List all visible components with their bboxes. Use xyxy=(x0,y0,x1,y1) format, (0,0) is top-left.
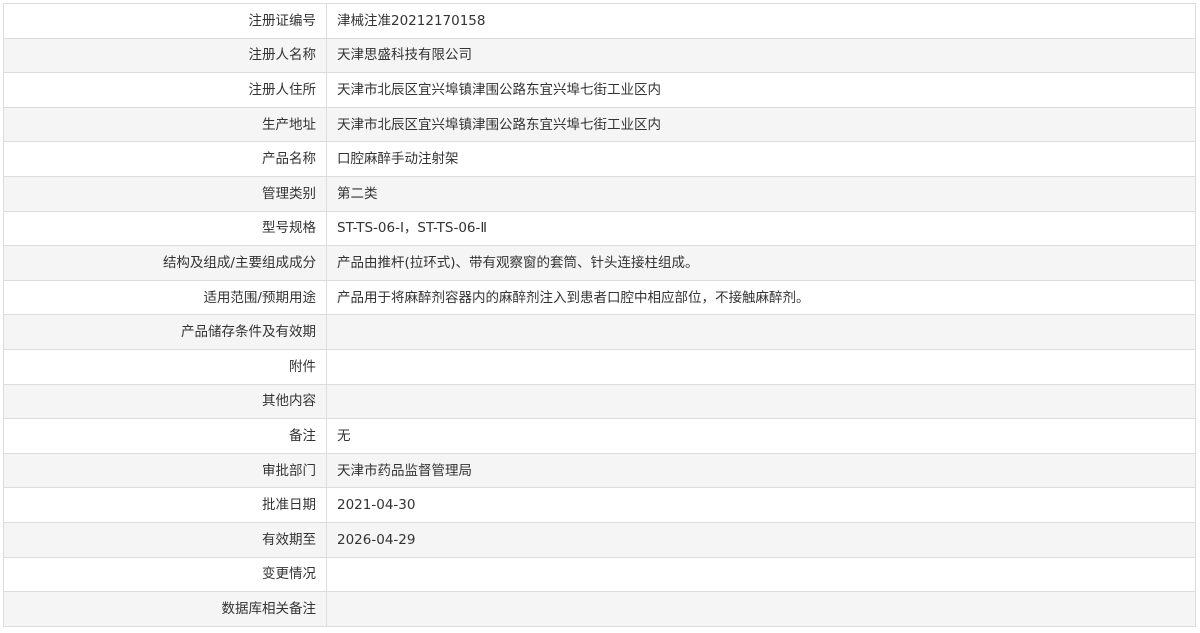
field-label-model-spec: 型号规格 xyxy=(3,210,327,247)
table-row: 附件 xyxy=(3,348,1196,385)
field-label-intended-use: 适用范围/预期用途 xyxy=(3,279,327,316)
field-label-remarks: 备注 xyxy=(3,418,327,454)
field-value-production-address: 天津市北辰区宜兴埠镇津围公路东宜兴埠七街工业区内 xyxy=(326,106,1196,143)
field-value-model-spec: ST-TS-06-Ⅰ，ST-TS-06-Ⅱ xyxy=(326,210,1196,247)
table-row: 产品储存条件及有效期 xyxy=(3,314,1196,350)
field-label-registrant-name: 注册人名称 xyxy=(3,37,327,74)
field-value-storage-validity xyxy=(326,314,1196,350)
registration-record-table: 注册证编号 津械注准20212170158 注册人名称 天津思盛科技有限公司 注… xyxy=(3,3,1196,627)
field-value-change-history xyxy=(326,556,1196,593)
field-label-management-class: 管理类别 xyxy=(3,175,327,212)
table-row: 审批部门 天津市药品监督管理局 xyxy=(3,452,1196,489)
field-value-valid-until: 2026-04-29 xyxy=(326,521,1196,558)
field-value-registrant-name: 天津思盛科技有限公司 xyxy=(326,37,1196,74)
table-row: 数据库相关备注 xyxy=(3,591,1196,627)
table-row: 结构及组成/主要组成成分 产品由推杆(拉环式)、带有观察窗的套筒、针头连接柱组成… xyxy=(3,245,1196,281)
field-value-structure-composition: 产品由推杆(拉环式)、带有观察窗的套筒、针头连接柱组成。 xyxy=(326,245,1196,281)
table-row: 注册人住所 天津市北辰区宜兴埠镇津围公路东宜兴埠七街工业区内 xyxy=(3,72,1196,108)
table-row: 型号规格 ST-TS-06-Ⅰ，ST-TS-06-Ⅱ xyxy=(3,210,1196,247)
field-label-production-address: 生产地址 xyxy=(3,106,327,143)
table-row: 批准日期 2021-04-30 xyxy=(3,487,1196,523)
field-label-structure-composition: 结构及组成/主要组成成分 xyxy=(3,245,327,281)
table-row: 管理类别 第二类 xyxy=(3,175,1196,212)
field-value-product-name: 口腔麻醉手动注射架 xyxy=(326,141,1196,177)
field-value-registrant-address: 天津市北辰区宜兴埠镇津围公路东宜兴埠七街工业区内 xyxy=(326,72,1196,108)
table-row: 适用范围/预期用途 产品用于将麻醉剂容器内的麻醉剂注入到患者口腔中相应部位，不接… xyxy=(3,279,1196,316)
field-label-registrant-address: 注册人住所 xyxy=(3,72,327,108)
table-row: 注册人名称 天津思盛科技有限公司 xyxy=(3,37,1196,74)
field-value-management-class: 第二类 xyxy=(326,175,1196,212)
field-value-approval-department: 天津市药品监督管理局 xyxy=(326,452,1196,489)
table-row: 备注 无 xyxy=(3,418,1196,454)
field-value-attachments xyxy=(326,348,1196,385)
field-value-approval-date: 2021-04-30 xyxy=(326,487,1196,523)
field-label-approval-department: 审批部门 xyxy=(3,452,327,489)
table-row: 有效期至 2026-04-29 xyxy=(3,521,1196,558)
table-row: 注册证编号 津械注准20212170158 xyxy=(3,3,1196,39)
field-label-attachments: 附件 xyxy=(3,348,327,385)
field-label-valid-until: 有效期至 xyxy=(3,521,327,558)
field-label-product-name: 产品名称 xyxy=(3,141,327,177)
field-label-other-content: 其他内容 xyxy=(3,383,327,420)
field-value-registration-number: 津械注准20212170158 xyxy=(326,3,1196,39)
table-row: 生产地址 天津市北辰区宜兴埠镇津围公路东宜兴埠七街工业区内 xyxy=(3,106,1196,143)
field-value-other-content xyxy=(326,383,1196,420)
field-label-approval-date: 批准日期 xyxy=(3,487,327,523)
table-row: 产品名称 口腔麻醉手动注射架 xyxy=(3,141,1196,177)
table-row: 变更情况 xyxy=(3,556,1196,593)
field-value-database-remarks xyxy=(326,591,1196,627)
field-value-remarks: 无 xyxy=(326,418,1196,454)
field-label-registration-number: 注册证编号 xyxy=(3,3,327,39)
table-row: 其他内容 xyxy=(3,383,1196,420)
field-value-intended-use: 产品用于将麻醉剂容器内的麻醉剂注入到患者口腔中相应部位，不接触麻醉剂。 xyxy=(326,279,1196,316)
field-label-storage-validity: 产品储存条件及有效期 xyxy=(3,314,327,350)
field-label-change-history: 变更情况 xyxy=(3,556,327,593)
field-label-database-remarks: 数据库相关备注 xyxy=(3,591,327,627)
